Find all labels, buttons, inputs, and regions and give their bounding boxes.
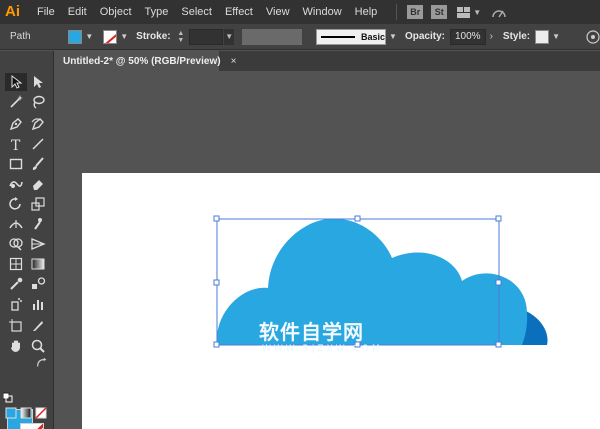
- watermark-url: WWW.RJZXW.COM: [262, 344, 383, 354]
- illustrator-window: Ai File Edit Object Type Select Effect V…: [0, 0, 600, 429]
- opacity-label[interactable]: Opacity:: [405, 31, 445, 42]
- stroke-color-box[interactable]: [20, 423, 44, 429]
- mesh-tool-icon[interactable]: [5, 255, 27, 273]
- brush-stroke-preview: [321, 35, 356, 38]
- chevron-right-icon[interactable]: ›: [490, 31, 493, 42]
- stroke-weight-dropdown[interactable]: ▼: [224, 28, 235, 45]
- selection-tool-icon[interactable]: [5, 73, 27, 91]
- gradient-mode-icon[interactable]: [20, 407, 32, 419]
- blend-tool-icon[interactable]: [27, 275, 49, 293]
- menu-separator: [396, 4, 398, 20]
- opacity-field[interactable]: 100%: [449, 28, 486, 45]
- curvature-tool-icon[interactable]: [27, 115, 49, 133]
- slice-tool-icon[interactable]: [27, 317, 49, 335]
- brush-definition-dropdown[interactable]: Basic: [316, 28, 387, 45]
- stroke-weight-spinner[interactable]: ▲ ▼: [177, 30, 186, 44]
- tools-panel: T: [0, 51, 54, 429]
- perspective-grid-tool-icon[interactable]: [27, 235, 49, 253]
- stroke-weight-field[interactable]: [189, 28, 224, 45]
- canvas-area[interactable]: 软件自学网 WWW.RJZXW.COM: [55, 71, 600, 429]
- menu-help[interactable]: Help: [355, 6, 378, 18]
- lasso-tool-icon[interactable]: [27, 93, 49, 111]
- menu-effect[interactable]: Effect: [225, 6, 253, 18]
- gradient-tool-icon[interactable]: [27, 255, 49, 273]
- workspace-layout-icon[interactable]: [457, 6, 471, 18]
- stock-button[interactable]: St: [431, 5, 448, 19]
- width-tool-icon[interactable]: [5, 215, 27, 233]
- bridge-button[interactable]: Br: [407, 5, 424, 19]
- eraser-tool-icon[interactable]: [27, 175, 49, 193]
- menu-edit[interactable]: Edit: [68, 6, 87, 18]
- symbol-sprayer-tool-icon[interactable]: [5, 295, 27, 313]
- artboard-tool-icon[interactable]: [5, 317, 27, 335]
- default-fill-stroke-icon[interactable]: [3, 392, 13, 403]
- stroke-label[interactable]: Stroke:: [136, 31, 170, 42]
- cloud-artwork[interactable]: [82, 173, 600, 429]
- bounding-box-handle: [495, 279, 502, 286]
- column-graph-tool-icon[interactable]: [27, 295, 49, 313]
- chevron-down-icon[interactable]: ▼: [552, 32, 560, 41]
- chevron-down-icon[interactable]: ▼: [120, 32, 128, 41]
- stroke-color-swatch[interactable]: [103, 29, 118, 44]
- menu-bar: Ai File Edit Object Type Select Effect V…: [0, 0, 600, 24]
- paintbrush-tool-icon[interactable]: [27, 155, 49, 173]
- menu-object[interactable]: Object: [100, 6, 132, 18]
- bounding-box-handle: [354, 215, 361, 222]
- bounding-box-handle: [213, 341, 220, 348]
- chevron-down-icon[interactable]: ▼: [473, 8, 481, 17]
- menu-window[interactable]: Window: [303, 6, 342, 18]
- menu-select[interactable]: Select: [181, 6, 212, 18]
- swap-fill-stroke-icon[interactable]: [35, 357, 49, 369]
- chevron-down-icon[interactable]: ▼: [85, 32, 93, 41]
- scale-tool-icon[interactable]: [27, 195, 49, 213]
- bounding-box-handle: [495, 215, 502, 222]
- bounding-box-handle: [213, 279, 220, 286]
- bounding-box-handle: [213, 215, 220, 222]
- close-icon[interactable]: ×: [231, 56, 237, 67]
- document-tab-title: Untitled-2* @ 50% (RGB/Preview): [63, 55, 221, 67]
- rotate-tool-icon[interactable]: [5, 195, 27, 213]
- brush-name: Basic: [361, 31, 386, 42]
- graphic-style-swatch[interactable]: [535, 29, 550, 44]
- document-tab[interactable]: Untitled-2* @ 50% (RGB/Preview) ×: [55, 51, 236, 71]
- hand-tool-icon[interactable]: [5, 337, 27, 355]
- gpu-performance-icon[interactable]: [491, 7, 507, 18]
- menu-file[interactable]: File: [37, 6, 55, 18]
- menu-view[interactable]: View: [266, 6, 290, 18]
- recolor-artwork-icon[interactable]: [586, 29, 600, 44]
- document-tab-bar: Untitled-2* @ 50% (RGB/Preview) ×: [55, 51, 600, 71]
- zoom-tool-icon[interactable]: [27, 337, 49, 355]
- line-segment-tool-icon[interactable]: [27, 135, 49, 153]
- rectangle-tool-icon[interactable]: [5, 155, 27, 173]
- shaper-tool-icon[interactable]: [5, 175, 27, 193]
- bounding-box-handle: [495, 341, 502, 348]
- selection-type-label: Path: [10, 31, 31, 42]
- none-mode-icon[interactable]: [35, 407, 47, 419]
- eyedropper-tool-icon[interactable]: [5, 275, 27, 293]
- control-bar: Path ▼ ▼ Stroke: ▲ ▼ ▼ Basic ▼ Opacity: 1…: [0, 24, 600, 50]
- artboard[interactable]: 软件自学网 WWW.RJZXW.COM: [82, 173, 600, 429]
- direct-selection-tool-icon[interactable]: [27, 73, 49, 91]
- chevron-down-icon[interactable]: ▼: [389, 32, 397, 41]
- fill-color-swatch[interactable]: [68, 29, 83, 44]
- color-mode-icon[interactable]: [5, 407, 17, 419]
- type-tool-icon[interactable]: T: [5, 135, 27, 153]
- pen-tool-icon[interactable]: [5, 115, 27, 133]
- svg-text:T: T: [11, 138, 21, 152]
- shape-builder-tool-icon[interactable]: [5, 235, 27, 253]
- style-label: Style:: [502, 31, 531, 42]
- menu-type[interactable]: Type: [145, 6, 169, 18]
- app-logo: Ai: [5, 3, 20, 20]
- magic-wand-tool-icon[interactable]: [5, 93, 27, 111]
- puppet-warp-tool-icon[interactable]: [27, 215, 49, 233]
- watermark-text: 软件自学网: [259, 320, 364, 344]
- variable-width-profile[interactable]: [242, 28, 303, 45]
